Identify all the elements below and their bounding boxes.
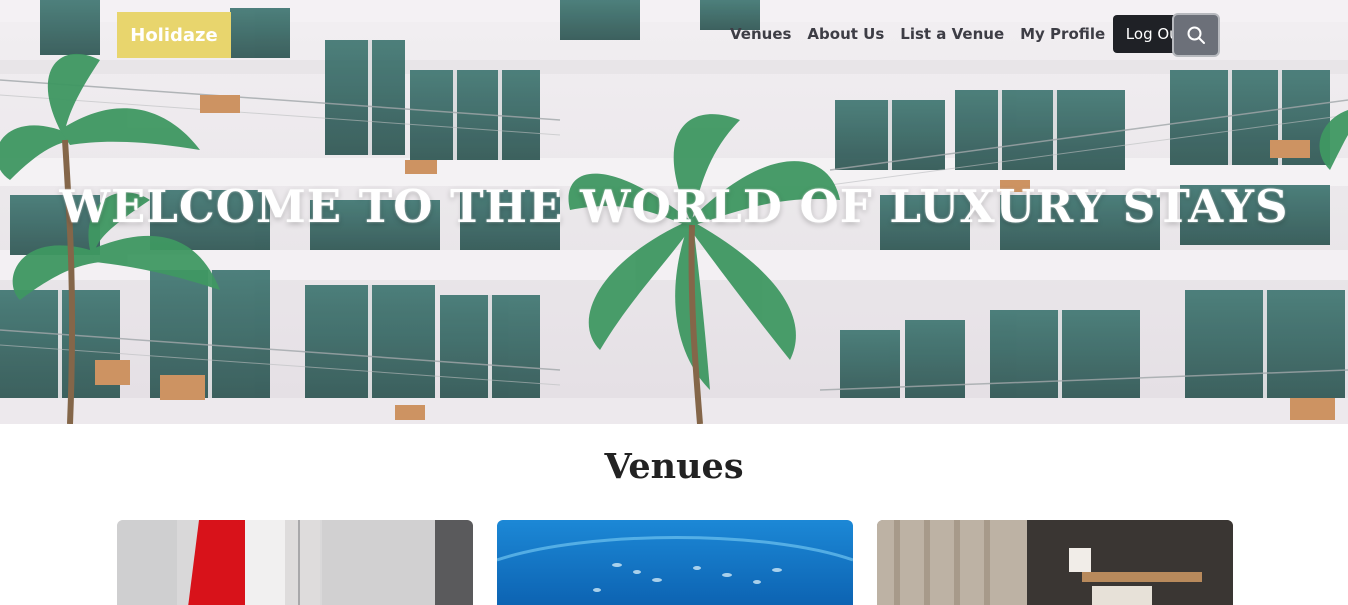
nav-link-venues[interactable]: Venues: [722, 25, 799, 43]
main-nav: Venues About Us List a Venue My Profile …: [722, 15, 1198, 53]
venue-card[interactable]: [117, 520, 473, 605]
venues-title: Venues: [604, 446, 744, 487]
search-button[interactable]: [1172, 13, 1220, 57]
venue-card-image: [877, 520, 1233, 605]
venue-card[interactable]: [497, 520, 853, 605]
venue-cards: [117, 520, 1233, 605]
venue-card-image: [497, 520, 853, 605]
nav-link-list-a-venue[interactable]: List a Venue: [892, 25, 1012, 43]
venue-card[interactable]: [877, 520, 1233, 605]
logo[interactable]: Holidaze: [117, 12, 231, 58]
hero-title: WELCOME TO THE WORLD OF LUXURY STAYS: [59, 180, 1289, 233]
venue-card-image: [117, 520, 473, 605]
search-icon: [1187, 26, 1205, 44]
nav-link-my-profile[interactable]: My Profile: [1012, 25, 1113, 43]
hero-banner: WELCOME TO THE WORLD OF LUXURY STAYS: [0, 0, 1348, 424]
nav-link-about-us[interactable]: About Us: [799, 25, 892, 43]
